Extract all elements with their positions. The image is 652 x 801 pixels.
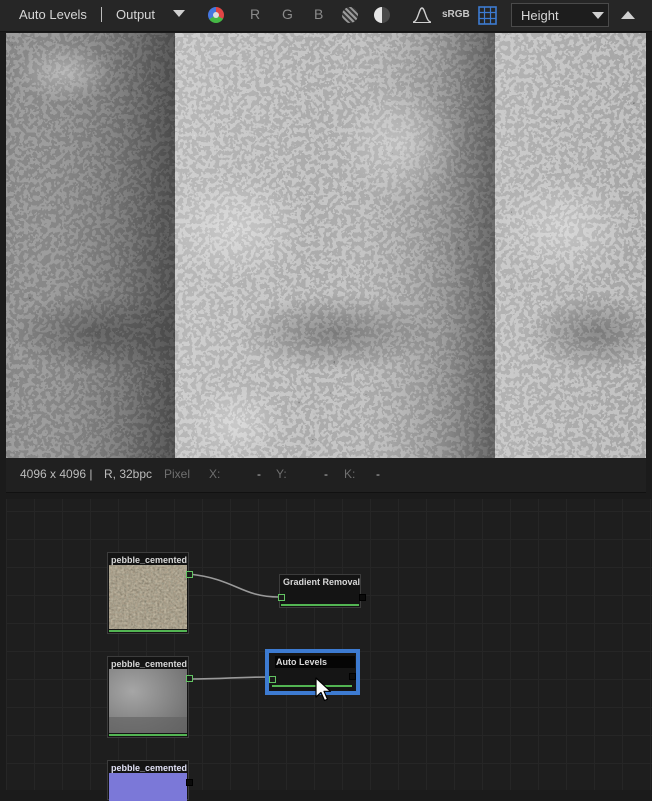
bitmap-node-pebble-2[interactable]: pebble_cemented: [107, 656, 193, 738]
pixel-label: Pixel: [164, 467, 191, 481]
k-value: -: [376, 467, 380, 481]
output-port[interactable]: [186, 779, 193, 786]
gradient-removal-node[interactable]: Gradient Removal: [278, 574, 366, 608]
node-thumbnail: [109, 773, 187, 801]
output-status-bar: [109, 630, 187, 632]
collapse-up-icon[interactable]: [621, 11, 635, 19]
connection-wire: [188, 676, 272, 680]
input-port[interactable]: [269, 676, 276, 683]
node-graph-canvas[interactable]: pebble_cemented Gradient Removal pebble_…: [6, 499, 652, 801]
node-title: pebble_cemented: [111, 555, 188, 565]
output-selector[interactable]: Output: [116, 0, 155, 31]
auto-levels-node[interactable]: Auto Levels: [265, 649, 360, 695]
viewer-toolbar: Auto Levels Output R G B sRGB Height: [0, 0, 652, 32]
input-port[interactable]: [278, 594, 285, 601]
output-status-bar: [272, 685, 352, 687]
texture-viewport[interactable]: [6, 33, 646, 458]
histogram-icon[interactable]: [412, 6, 432, 24]
chevron-down-icon[interactable]: [173, 10, 185, 17]
colorspace-toggle[interactable]: sRGB: [442, 0, 470, 31]
node-title: pebble_cemented: [111, 659, 188, 669]
output-port[interactable]: [349, 673, 356, 680]
texture-preview-image: [6, 33, 646, 458]
shading-icon[interactable]: [342, 7, 358, 23]
y-value: -: [324, 467, 328, 481]
toolbar-separator: [101, 7, 102, 22]
output-status-bar: [109, 734, 187, 736]
resolution-label: 4096 x 4096 |: [20, 467, 93, 481]
node-thumbnail: [109, 565, 187, 629]
bitmap-node-pebble-3[interactable]: pebble_cemented: [107, 760, 193, 801]
output-port[interactable]: [186, 675, 193, 682]
output-port[interactable]: [186, 571, 193, 578]
y-label: Y:: [276, 467, 287, 481]
sphere-icon[interactable]: [374, 7, 390, 23]
output-status-bar: [281, 604, 359, 606]
view-mode-value: Height: [521, 8, 559, 23]
cursor-icon: [315, 677, 332, 702]
tiling-grid-icon[interactable]: [478, 6, 497, 25]
chevron-down-icon: [592, 12, 604, 19]
node-thumbnail: [109, 669, 187, 733]
format-label: R, 32bpc: [104, 467, 153, 481]
viewer-info-bar: 4096 x 4096 | R, 32bpc Pixel X: - Y: - K…: [6, 458, 646, 493]
channel-b-toggle[interactable]: B: [314, 0, 323, 29]
connection-wire: [188, 573, 280, 598]
bitmap-node-pebble-1[interactable]: pebble_cemented: [107, 552, 193, 634]
x-value: -: [257, 467, 261, 481]
node-title: pebble_cemented: [111, 763, 188, 773]
channel-r-toggle[interactable]: R: [250, 0, 260, 29]
view-mode-dropdown[interactable]: Height: [511, 3, 609, 27]
node-connections: [188, 573, 280, 680]
k-label: K:: [344, 467, 356, 481]
channel-g-toggle[interactable]: G: [282, 0, 293, 29]
node-title: Gradient Removal: [283, 577, 361, 587]
x-label: X:: [209, 467, 221, 481]
output-port[interactable]: [359, 594, 366, 601]
node-title: Auto Levels: [276, 657, 328, 667]
node-name-label: Auto Levels: [19, 7, 87, 22]
color-wheel-icon[interactable]: [208, 7, 224, 23]
